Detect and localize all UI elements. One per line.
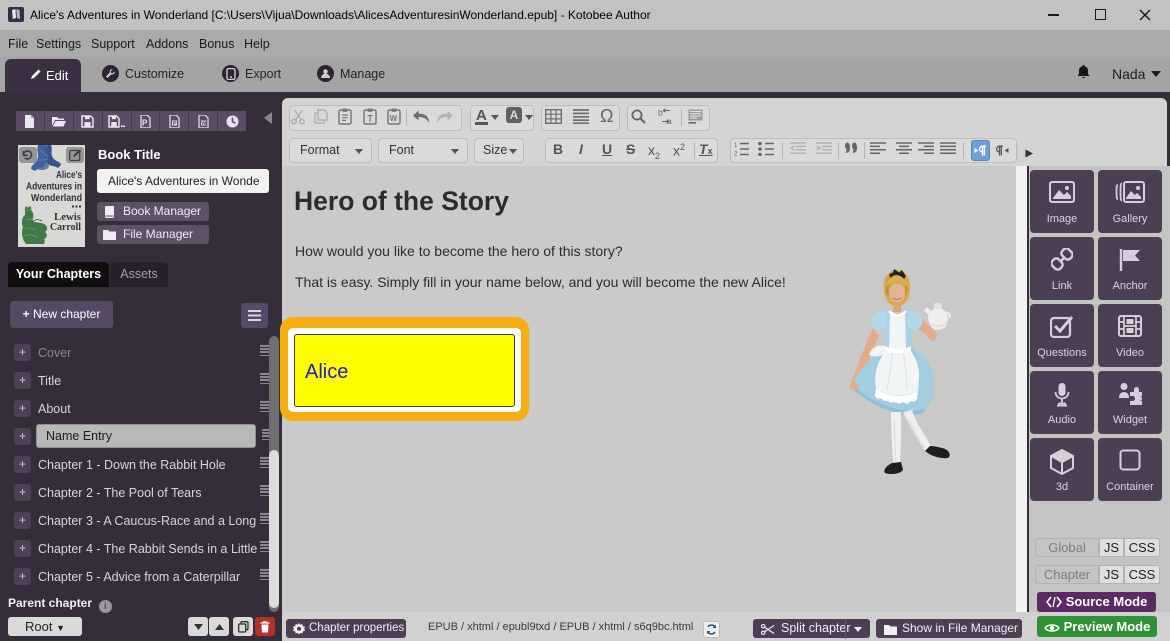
svg-text:Carroll: Carroll [50, 221, 81, 233]
svg-text:P: P [142, 118, 148, 127]
svg-text:1: 1 [734, 143, 738, 149]
svg-text:T: T [367, 113, 373, 123]
svg-text:W: W [201, 120, 207, 126]
svg-text:Adventures in: Adventures in [26, 182, 82, 193]
svg-text:W: W [390, 114, 398, 123]
svg-text:P: P [173, 120, 177, 126]
svg-text:Alice’s: Alice’s [56, 170, 82, 181]
svg-text:Wonderland: Wonderland [31, 193, 82, 204]
svg-text:b: b [658, 108, 663, 118]
svg-text:2: 2 [734, 152, 738, 157]
